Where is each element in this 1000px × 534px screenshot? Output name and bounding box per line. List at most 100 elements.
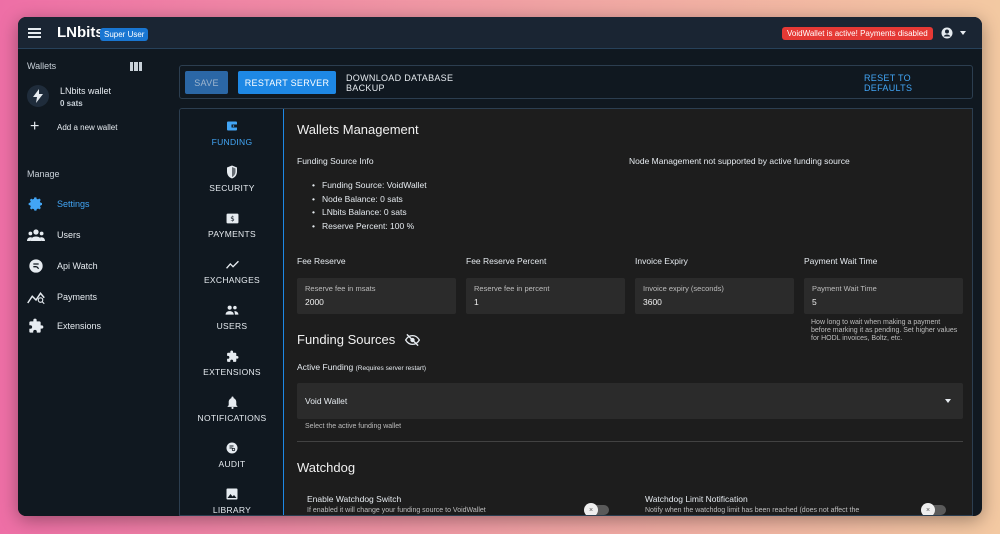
eye-off-icon[interactable] [405,333,420,347]
select-value: Void Wallet [305,396,348,406]
list-item: Node Balance: 0 sats [312,194,427,208]
invoice-expiry-input[interactable]: Invoice expiry (seconds) 3600 [635,278,794,314]
fee-reserve-input[interactable]: Reserve fee in msats 2000 [297,278,456,314]
tab-exchanges[interactable]: EXCHANGES [180,249,284,293]
add-wallet-button[interactable]: + Add a new wallet [18,118,164,136]
api-watch-icon [27,257,45,275]
audit-icon [225,441,239,455]
super-user-badge: Super User [100,28,149,41]
tab-extensions[interactable]: EXTENSIONS [180,341,284,385]
wallet-icon [225,119,239,133]
tab-label: EXCHANGES [203,275,261,285]
tab-label: EXTENSIONS [203,367,261,377]
reset-defaults-button[interactable]: RESET TO DEFAULTS [864,71,956,94]
sidebar-item-users[interactable]: Users [18,223,164,247]
svg-text:$: $ [230,214,234,223]
payment-wait-hint: How long to wait when making a payment b… [811,319,958,342]
node-management-message: Node Management not supported by active … [629,156,850,166]
settings-toolbar: SAVE RESTART SERVER DOWNLOAD DATABASE BA… [179,65,973,99]
restart-server-button[interactable]: RESTART SERVER [238,71,336,94]
payments-icon: $ [225,211,239,225]
users-icon [27,226,45,244]
settings-card: FUNDING SECURITY $ PAYMENTS EXCHANGES US… [179,108,973,516]
watchdog-title: Watchdog [297,460,356,475]
puzzle-icon [27,317,45,335]
columns-icon[interactable] [130,62,142,71]
tab-label: SECURITY [209,183,255,193]
wallet-name: LNbits wallet [60,86,112,96]
tab-funding[interactable]: FUNDING [180,111,284,155]
tab-payments[interactable]: $ PAYMENTS [180,203,284,247]
tab-users[interactable]: USERS [180,295,284,339]
field-label: Reserve fee in percent [474,284,550,293]
puzzle-icon [225,349,239,363]
top-header: LNbits Super User VoidWallet is active! … [18,17,982,49]
field-label: Payment Wait Time [812,284,877,293]
payments-chart-icon [27,288,45,306]
status-badge: VoidWallet is active! Payments disabled [782,27,933,40]
image-icon [225,487,239,501]
fee-reserve-percent-input[interactable]: Reserve fee in percent 1 [466,278,625,314]
field-value: 2000 [305,297,324,307]
app-window: LNbits Super User VoidWallet is active! … [18,17,982,516]
fee-reserve-title: Fee Reserve [297,256,346,266]
active-funding-hint: Select the active funding wallet [305,423,402,430]
account-icon[interactable] [941,27,953,39]
fee-reserve-percent-title: Fee Reserve Percent [466,256,547,266]
menu-icon[interactable] [28,28,41,38]
shield-icon [225,165,239,179]
tab-notifications[interactable]: NOTIFICATIONS [180,387,284,431]
tab-label: USERS [216,321,248,331]
funding-info-list: Funding Source: VoidWallet Node Balance:… [312,180,427,234]
tab-audit[interactable]: AUDIT [180,433,284,477]
users-icon [225,303,239,317]
watchdog-limit-desc: Notify when the watchdog limit has been … [645,507,860,514]
sidebar-item-label: Users [57,230,81,240]
sidebar-item-label: Payments [57,292,98,302]
tab-label: LIBRARY [212,505,252,515]
sidebar-item-payments[interactable]: Payments [18,285,164,309]
bell-icon [225,395,239,409]
download-backup-button[interactable]: DOWNLOAD DATABASE BACKUP [346,71,491,94]
sidebar-item-settings[interactable]: Settings [18,192,164,216]
tab-label: FUNDING [211,137,253,147]
sidebar-item-extensions[interactable]: Extensions [18,314,164,338]
field-label: Invoice expiry (seconds) [643,284,724,293]
active-funding-label: Active Funding (Requires server restart) [297,362,427,372]
tab-security[interactable]: SECURITY [180,157,284,201]
wallets-title: Wallets [27,61,57,71]
watchdog-switch-title: Enable Watchdog Switch [307,494,402,504]
funding-sources-title: Funding Sources [297,332,396,347]
payment-wait-time-input[interactable]: Payment Wait Time 5 [804,278,963,314]
close-icon: × [584,503,598,515]
funding-source-info-label: Funding Source Info [297,156,374,166]
invoice-expiry-title: Invoice Expiry [635,256,688,266]
wallet-item[interactable]: LNbits wallet 0 sats [18,82,164,110]
field-label: Reserve fee in msats [305,284,376,293]
active-funding-select[interactable]: Void Wallet [297,383,963,419]
add-wallet-label: Add a new wallet [57,123,118,132]
watchdog-limit-title: Watchdog Limit Notification [645,494,748,504]
watchdog-switch-toggle[interactable]: × [584,503,609,515]
app-logo[interactable]: LNbits [57,24,104,41]
funding-panel: Wallets Management Funding Source Info N… [286,109,972,515]
sidebar: Wallets LNbits wallet 0 sats + Add a new… [18,49,164,516]
watchdog-switch-desc: If enabled it will change your funding s… [307,507,486,514]
sidebar-item-label: Settings [57,199,90,209]
tab-label: PAYMENTS [208,229,256,239]
list-item: Funding Source: VoidWallet [312,180,427,194]
list-item: LNbits Balance: 0 sats [312,207,427,221]
list-item: Reserve Percent: 100 % [312,221,427,235]
divider [297,441,963,442]
field-value: 5 [812,297,817,307]
payment-wait-time-title: Payment Wait Time [804,256,878,266]
sidebar-item-api-watch[interactable]: Api Watch [18,254,164,278]
watchdog-limit-toggle[interactable]: × [921,503,946,515]
save-button[interactable]: SAVE [185,71,228,94]
tab-label: NOTIFICATIONS [197,413,267,423]
chevron-down-icon[interactable] [960,31,966,35]
sidebar-item-label: Api Watch [57,261,98,271]
manage-title: Manage [27,169,60,179]
tab-label: AUDIT [218,459,246,469]
tab-library[interactable]: LIBRARY [180,479,284,515]
